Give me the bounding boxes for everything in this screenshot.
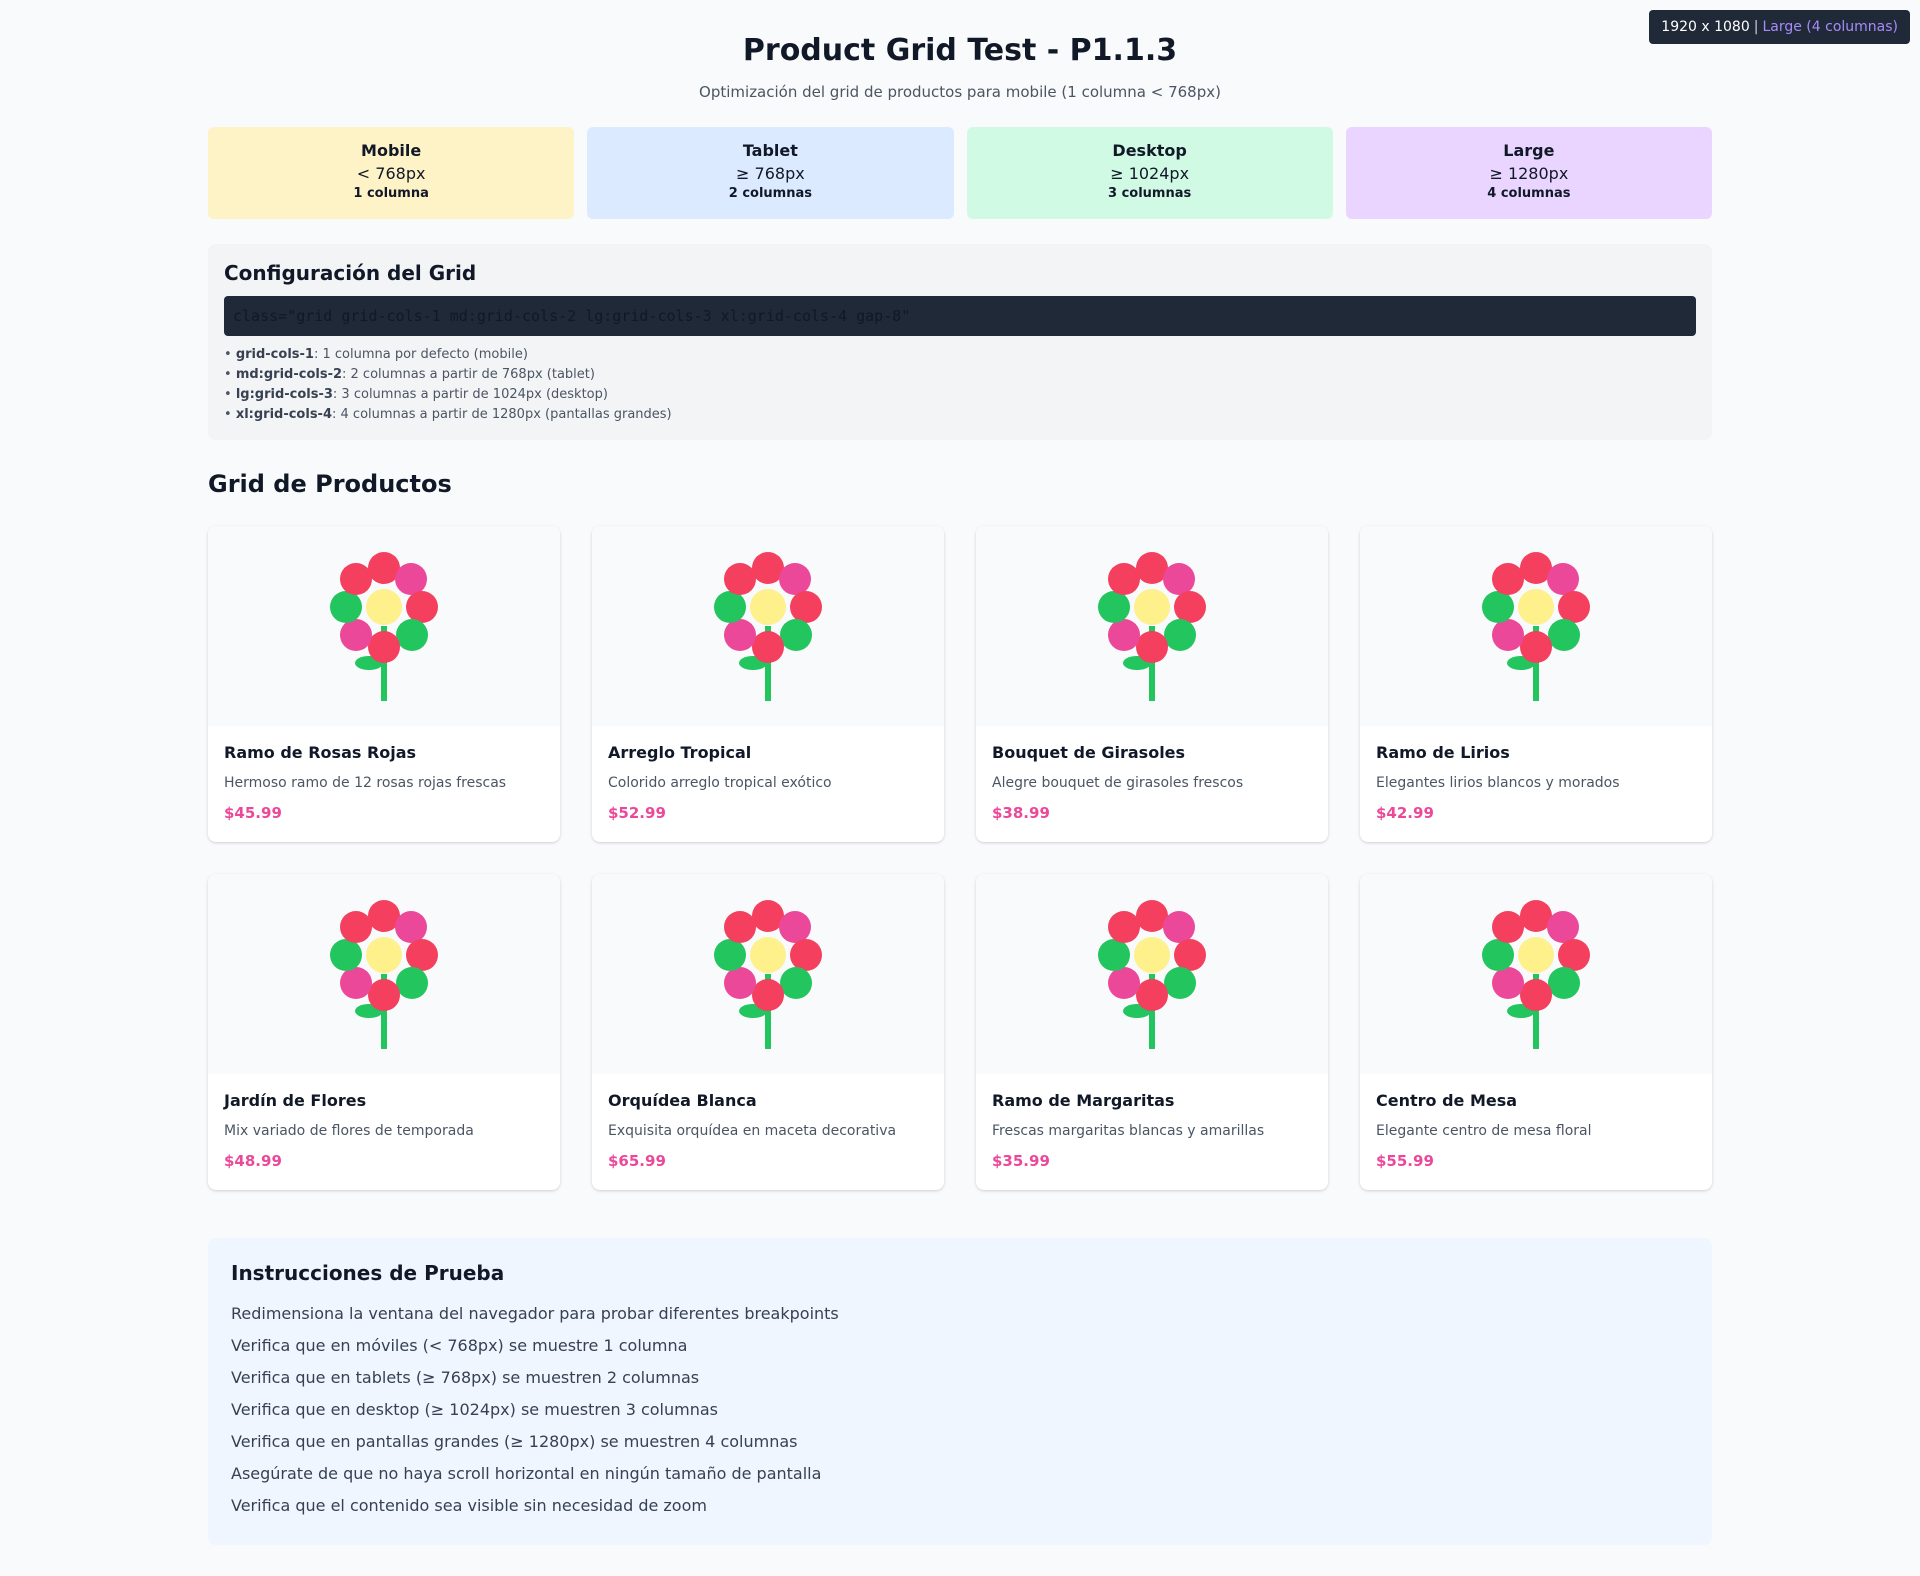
product-image bbox=[208, 526, 560, 726]
flower-icon bbox=[1098, 900, 1206, 1049]
product-description: Mix variado de flores de temporada bbox=[224, 1123, 474, 1139]
product-name[interactable]: Centro de Mesa bbox=[1376, 1091, 1696, 1111]
product-name[interactable]: Arreglo Tropical bbox=[608, 743, 928, 763]
breakpoint-card-mobile: Mobile < 768px 1 columna bbox=[208, 127, 575, 219]
product-name[interactable]: Jardín de Flores bbox=[224, 1091, 544, 1111]
instruction-item: Verifica que en móviles (< 768px) se mue… bbox=[231, 1336, 688, 1355]
product-name[interactable]: Ramo de Margaritas bbox=[992, 1091, 1312, 1111]
product-card[interactable]: Centro de Mesa Elegante centro de mesa f… bbox=[1360, 874, 1712, 1190]
grid-config-panel: Configuración del Grid class="grid grid-… bbox=[208, 244, 1712, 440]
product-price: $35.99 bbox=[992, 1152, 1050, 1170]
breakpoint-width: < 768px bbox=[356, 164, 426, 183]
rule-key: grid-cols-1 bbox=[235, 347, 314, 362]
breakpoint-title: Tablet bbox=[742, 141, 798, 160]
product-name[interactable]: Ramo de Rosas Rojas bbox=[224, 743, 544, 763]
flower-icon bbox=[1482, 552, 1590, 701]
breakpoint-card-tablet: Tablet ≥ 768px 2 columnas bbox=[587, 127, 954, 219]
product-price: $65.99 bbox=[608, 1152, 666, 1170]
product-card[interactable]: Ramo de Lirios Elegantes lirios blancos … bbox=[1360, 526, 1712, 842]
product-description: Alegre bouquet de girasoles frescos bbox=[992, 775, 1244, 791]
config-rule: • grid-cols-1: 1 columna por defecto (mo… bbox=[224, 347, 528, 362]
breakpoint-columns: 3 columnas bbox=[1108, 186, 1192, 201]
breakpoint-card-large: Large ≥ 1280px 4 columnas bbox=[1345, 127, 1712, 219]
breakpoint-title: Desktop bbox=[1112, 141, 1187, 160]
product-card[interactable]: Ramo de Margaritas Frescas margaritas bl… bbox=[976, 874, 1328, 1190]
instruction-item: Verifica que en tablets (≥ 768px) se mue… bbox=[231, 1368, 700, 1387]
product-price: $45.99 bbox=[224, 804, 282, 822]
instruction-item: Verifica que en desktop (≥ 1024px) se mu… bbox=[231, 1400, 718, 1419]
product-image bbox=[592, 526, 944, 726]
page-title: Product Grid Test - P1.1.3 bbox=[742, 33, 1178, 68]
instructions-title: Instrucciones de Prueba bbox=[231, 1261, 505, 1285]
product-description: Hermoso ramo de 12 rosas rojas frescas bbox=[224, 775, 507, 791]
breakpoint-columns: 1 columna bbox=[353, 186, 429, 201]
code-block: class="grid grid-cols-1 md:grid-cols-2 l… bbox=[224, 296, 1696, 336]
instructions-list: Redimensiona la ventana del navegador pa… bbox=[231, 1298, 1689, 1522]
breakpoint-width: ≥ 768px bbox=[736, 164, 805, 183]
grid-title: Grid de Productos bbox=[208, 470, 452, 498]
product-card[interactable]: Jardín de Flores Mix variado de flores d… bbox=[208, 874, 560, 1190]
product-description: Frescas margaritas blancas y amarillas bbox=[992, 1123, 1265, 1139]
breakpoint-card-desktop: Desktop ≥ 1024px 3 columnas bbox=[966, 127, 1333, 219]
instruction-item: Redimensiona la ventana del navegador pa… bbox=[231, 1304, 839, 1323]
test-instructions-panel: Instrucciones de Prueba Redimensiona la … bbox=[208, 1238, 1712, 1545]
product-description: Elegantes lirios blancos y morados bbox=[1376, 775, 1620, 791]
rule-text: : 3 columnas a partir de 1024px (desktop… bbox=[332, 387, 608, 402]
breakpoint-title: Mobile bbox=[361, 141, 422, 160]
product-price: $55.99 bbox=[1376, 1152, 1434, 1170]
product-image bbox=[592, 874, 944, 1074]
product-image bbox=[1360, 526, 1712, 726]
flower-icon bbox=[330, 552, 438, 701]
breakpoint-title: Large bbox=[1503, 141, 1555, 160]
product-name[interactable]: Orquídea Blanca bbox=[608, 1091, 928, 1111]
page-subtitle: Optimización del grid de productos para … bbox=[699, 83, 1221, 101]
flower-icon bbox=[1098, 552, 1206, 701]
product-card[interactable]: Bouquet de Girasoles Alegre bouquet de g… bbox=[976, 526, 1328, 842]
product-card[interactable]: Orquídea Blanca Exquisita orquídea en ma… bbox=[592, 874, 944, 1190]
product-image bbox=[208, 874, 560, 1074]
rule-text: : 4 columnas a partir de 1280px (pantall… bbox=[332, 407, 672, 422]
product-price: $48.99 bbox=[224, 1152, 282, 1170]
product-image bbox=[976, 874, 1328, 1074]
product-image bbox=[1360, 874, 1712, 1074]
rule-key: xl:grid-cols-4 bbox=[235, 407, 332, 422]
config-rule: • xl:grid-cols-4: 4 columnas a partir de… bbox=[224, 407, 672, 422]
flower-icon bbox=[330, 900, 438, 1049]
flower-icon bbox=[714, 900, 822, 1049]
product-description: Exquisita orquídea en maceta decorativa bbox=[608, 1123, 897, 1139]
product-card[interactable]: Ramo de Rosas Rojas Hermoso ramo de 12 r… bbox=[208, 526, 560, 842]
breakpoint-width: ≥ 1024px bbox=[1110, 164, 1190, 183]
rule-text: : 1 columna por defecto (mobile) bbox=[313, 347, 528, 362]
rule-text: : 2 columnas a partir de 768px (tablet) bbox=[342, 367, 595, 382]
product-price: $52.99 bbox=[608, 804, 666, 822]
product-name[interactable]: Bouquet de Girasoles bbox=[992, 743, 1312, 763]
breakpoint-columns: 4 columnas bbox=[1487, 186, 1571, 201]
flower-icon bbox=[714, 552, 822, 701]
config-title: Configuración del Grid bbox=[224, 261, 477, 285]
breakpoints-row: Mobile < 768px 1 columna Tablet ≥ 768px … bbox=[208, 127, 1712, 219]
flower-icon bbox=[1482, 900, 1590, 1049]
config-rules: • grid-cols-1: 1 columna por defecto (mo… bbox=[224, 345, 1696, 425]
product-description: Elegante centro de mesa floral bbox=[1376, 1123, 1592, 1139]
instruction-item: Verifica que el contenido sea visible si… bbox=[231, 1496, 707, 1515]
config-rule: • lg:grid-cols-3: 3 columnas a partir de… bbox=[224, 387, 608, 402]
product-price: $38.99 bbox=[992, 804, 1050, 822]
product-price: $42.99 bbox=[1376, 804, 1434, 822]
product-image bbox=[976, 526, 1328, 726]
product-grid: Ramo de Rosas Rojas Hermoso ramo de 12 r… bbox=[208, 526, 1712, 1190]
product-description: Colorido arreglo tropical exótico bbox=[608, 775, 832, 791]
product-card[interactable]: Arreglo Tropical Colorido arreglo tropic… bbox=[592, 526, 944, 842]
rule-key: md:grid-cols-2 bbox=[235, 367, 343, 382]
breakpoint-width: ≥ 1280px bbox=[1489, 164, 1569, 183]
badge-separator: | bbox=[1753, 19, 1759, 35]
product-name[interactable]: Ramo de Lirios bbox=[1376, 743, 1696, 763]
instruction-item: Verifica que en pantallas grandes (≥ 128… bbox=[231, 1432, 798, 1451]
instruction-item: Asegúrate de que no haya scroll horizont… bbox=[231, 1464, 822, 1483]
rule-key: lg:grid-cols-3 bbox=[235, 387, 333, 402]
config-rule: • md:grid-cols-2: 2 columnas a partir de… bbox=[224, 367, 595, 382]
viewport-label: Large (4 columnas) bbox=[1762, 19, 1898, 35]
main-container: Product Grid Test - P1.1.3 Optimización … bbox=[208, 0, 1712, 1545]
breakpoint-columns: 2 columnas bbox=[728, 186, 812, 201]
